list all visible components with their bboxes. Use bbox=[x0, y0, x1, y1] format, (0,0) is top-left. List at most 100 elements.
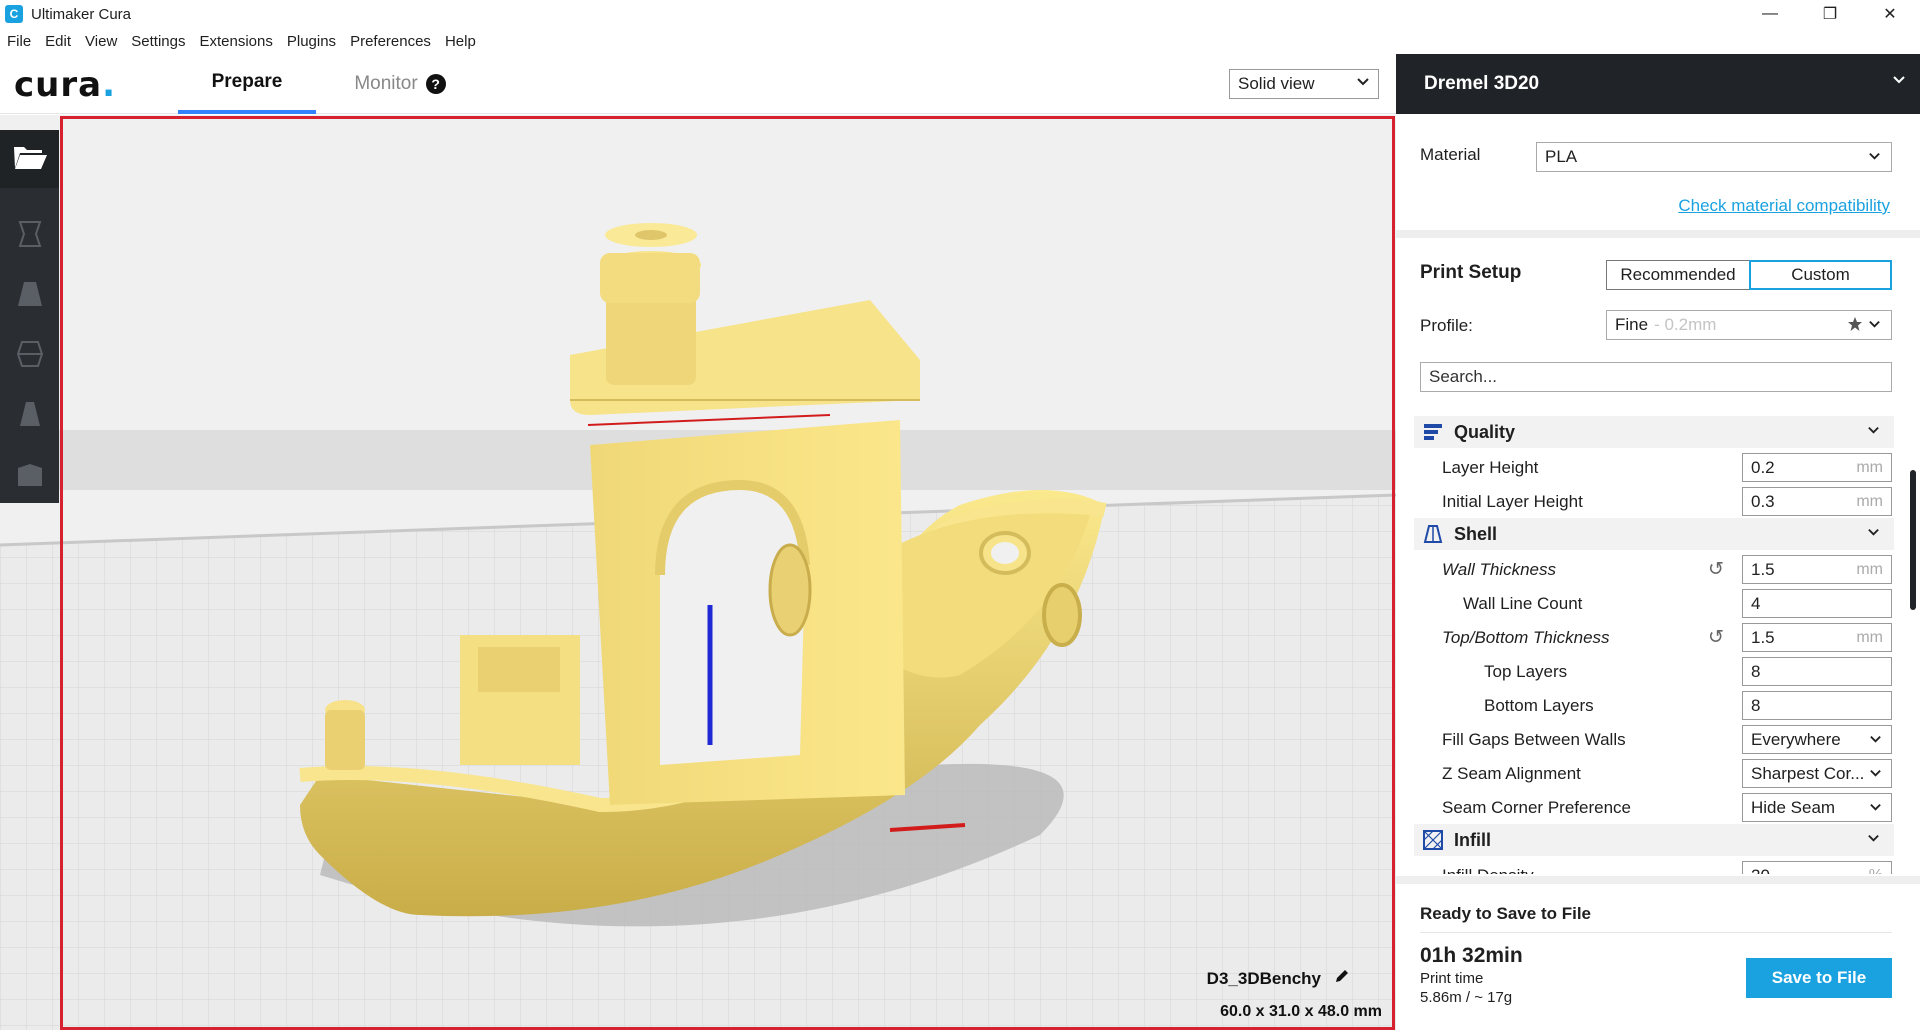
scale-icon bbox=[14, 278, 46, 315]
print-setup-label: Print Setup bbox=[1420, 262, 1522, 283]
top-layers-input[interactable]: 8 bbox=[1742, 657, 1892, 686]
right-sidebar: Dremel 3D20 Material PLA Check material … bbox=[1396, 54, 1920, 1030]
setting-seam-corner-preference: Seam Corner Preference Hide Seam bbox=[1396, 790, 1906, 824]
menu-file[interactable]: File bbox=[0, 33, 38, 50]
chevron-down-icon bbox=[1868, 149, 1881, 165]
setting-label: Layer Height bbox=[1442, 458, 1539, 477]
chevron-down-icon bbox=[1869, 800, 1882, 816]
menu-extensions[interactable]: Extensions bbox=[192, 33, 279, 50]
divider-line bbox=[1420, 932, 1892, 933]
setting-label: Bottom Layers bbox=[1484, 696, 1594, 715]
reset-icon[interactable]: ↺ bbox=[1708, 626, 1724, 649]
open-file-button[interactable] bbox=[0, 130, 59, 188]
chevron-down-icon bbox=[1356, 74, 1370, 91]
setting-label: Seam Corner Preference bbox=[1442, 798, 1631, 817]
category-quality-label: Quality bbox=[1454, 421, 1516, 442]
setting-infill-density: Infill Density 20% bbox=[1396, 858, 1906, 874]
profile-select[interactable]: Fine - 0.2mm bbox=[1606, 310, 1892, 340]
cura-logo: cura. bbox=[14, 65, 116, 105]
tab-monitor-label: Monitor bbox=[354, 73, 418, 94]
reset-icon[interactable]: ↺ bbox=[1708, 558, 1724, 581]
top-header: cura. Prepare Monitor ? Solid view bbox=[0, 54, 1396, 114]
wall-thickness-input[interactable]: 1.5 mm bbox=[1742, 555, 1892, 584]
settings-scrollbar[interactable] bbox=[1910, 470, 1916, 610]
wall-line-count-input[interactable]: 4 bbox=[1742, 589, 1892, 618]
menu-view[interactable]: View bbox=[78, 33, 124, 50]
ready-status: Ready to Save to File bbox=[1420, 904, 1591, 923]
scale-tool-button[interactable] bbox=[0, 266, 59, 326]
shell-icon bbox=[1422, 523, 1444, 545]
menu-preferences[interactable]: Preferences bbox=[343, 33, 438, 50]
setting-initial-layer-height: Initial Layer Height 0.3 mm bbox=[1396, 484, 1906, 518]
mirror-tool-button[interactable] bbox=[0, 386, 59, 446]
model-name: D3_3DBenchy bbox=[1207, 967, 1351, 990]
save-to-file-button[interactable]: Save to File bbox=[1746, 958, 1892, 998]
infill-density-input[interactable]: 20% bbox=[1742, 861, 1892, 874]
setting-wall-thickness: Wall Thickness ↺ 1.5 mm bbox=[1396, 552, 1906, 586]
setting-label: Top/Bottom Thickness bbox=[1442, 628, 1610, 647]
model-dimensions: 60.0 x 31.0 x 48.0 mm bbox=[1220, 1003, 1382, 1020]
profile-detail: - 0.2mm bbox=[1654, 315, 1717, 334]
initial-layer-height-input[interactable]: 0.3 mm bbox=[1742, 487, 1892, 516]
mirror-icon bbox=[14, 398, 46, 435]
minimize-button[interactable]: — bbox=[1740, 0, 1800, 28]
settings-search-input[interactable]: Search... bbox=[1420, 362, 1892, 392]
menu-plugins[interactable]: Plugins bbox=[280, 33, 343, 50]
view-mode-value: Solid view bbox=[1238, 74, 1315, 93]
category-shell[interactable]: Shell bbox=[1414, 518, 1894, 550]
left-toolbar bbox=[0, 130, 59, 503]
chevron-down-icon bbox=[1892, 72, 1906, 91]
pencil-icon[interactable] bbox=[1333, 967, 1351, 990]
category-quality[interactable]: Quality bbox=[1414, 416, 1894, 448]
close-button[interactable]: ✕ bbox=[1860, 0, 1920, 28]
tab-monitor[interactable]: Monitor ? bbox=[330, 54, 470, 114]
z-seam-select[interactable]: Sharpest Cor... bbox=[1742, 759, 1892, 788]
rotate-tool-button[interactable] bbox=[0, 326, 59, 386]
custom-mode-button[interactable]: Custom bbox=[1749, 260, 1892, 290]
seam-corner-select[interactable]: Hide Seam bbox=[1742, 793, 1892, 822]
model-name-label: D3_3DBenchy bbox=[1206, 968, 1321, 988]
menu-help[interactable]: Help bbox=[438, 33, 483, 50]
category-infill[interactable]: Infill bbox=[1414, 824, 1894, 856]
check-material-compatibility-link[interactable]: Check material compatibility bbox=[1678, 196, 1890, 216]
chevron-down-icon bbox=[1869, 732, 1882, 748]
section-divider bbox=[1396, 230, 1920, 238]
move-tool-button[interactable] bbox=[0, 206, 59, 266]
setting-layer-height: Layer Height 0.2 mm bbox=[1396, 450, 1906, 484]
maximize-button[interactable]: ❐ bbox=[1800, 0, 1860, 28]
fill-gaps-select[interactable]: Everywhere bbox=[1742, 725, 1892, 754]
rotate-icon bbox=[14, 338, 46, 375]
bottom-layers-input[interactable]: 8 bbox=[1742, 691, 1892, 720]
material-label: Material bbox=[1420, 145, 1481, 164]
tab-prepare[interactable]: Prepare bbox=[178, 54, 316, 114]
menu-edit[interactable]: Edit bbox=[38, 33, 78, 50]
help-icon[interactable]: ? bbox=[425, 74, 446, 94]
window-controls: — ❐ ✕ bbox=[1740, 0, 1920, 28]
setting-label: Top Layers bbox=[1484, 662, 1568, 681]
cura-app-icon: C bbox=[5, 5, 23, 23]
view-mode-select[interactable]: Solid view bbox=[1229, 69, 1379, 99]
per-model-settings-button[interactable] bbox=[0, 446, 59, 506]
setting-label: Z Seam Alignment bbox=[1442, 764, 1581, 783]
menu-bar: File Edit View Settings Extensions Plugi… bbox=[0, 28, 483, 54]
setting-label: Initial Layer Height bbox=[1442, 492, 1583, 511]
menu-settings[interactable]: Settings bbox=[124, 33, 192, 50]
profile-label: Profile: bbox=[1420, 316, 1473, 335]
3d-viewport[interactable]: D3_3DBenchy 60.0 x 31.0 x 48.0 mm bbox=[0, 115, 1396, 1030]
print-time-value: 01h 32min bbox=[1420, 944, 1523, 967]
setting-top-layers: Top Layers 8 bbox=[1396, 654, 1906, 688]
top-bottom-thickness-input[interactable]: 1.5 mm bbox=[1742, 623, 1892, 652]
build-plate-scene bbox=[0, 115, 1396, 1030]
setting-top-bottom-thickness: Top/Bottom Thickness ↺ 1.5 mm bbox=[1396, 620, 1906, 654]
category-infill-label: Infill bbox=[1454, 829, 1491, 850]
chevron-down-icon bbox=[1868, 317, 1881, 333]
recommended-mode-button[interactable]: Recommended bbox=[1606, 260, 1750, 290]
layer-height-input[interactable]: 0.2 mm bbox=[1742, 453, 1892, 482]
move-icon bbox=[14, 218, 46, 255]
window-titlebar: C Ultimaker Cura — ❐ ✕ bbox=[0, 0, 1920, 28]
material-select[interactable]: PLA bbox=[1536, 142, 1892, 172]
section-divider bbox=[1396, 876, 1920, 884]
chevron-down-icon bbox=[1867, 525, 1880, 541]
quality-icon bbox=[1422, 421, 1444, 443]
printer-selector[interactable]: Dremel 3D20 bbox=[1396, 54, 1920, 114]
